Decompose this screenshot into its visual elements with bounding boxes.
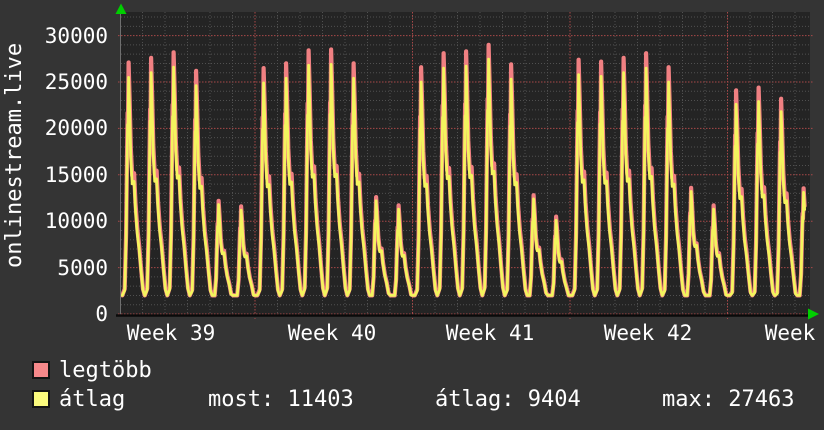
legend-swatch-legtobb <box>32 361 50 379</box>
y-axis-tick-label: 0 <box>95 302 108 326</box>
x-axis-week-label: Week 40 <box>287 321 377 345</box>
legend-label-legtobb: legtöbb <box>59 358 152 383</box>
y-axis-tick-label: 15000 <box>44 162 108 187</box>
legend-swatch-atlag <box>32 390 50 408</box>
stat-most: most: 11403 <box>208 387 354 412</box>
y-axis-tick-label: 5000 <box>57 255 108 280</box>
legend-label-atlag: átlag <box>59 387 126 412</box>
y-axis-tick-label: 20000 <box>44 116 108 141</box>
x-axis-week-label: Week 42 <box>603 321 693 345</box>
stat-max: max: 27463 <box>662 387 795 412</box>
x-axis-week-label: Week 41 <box>445 321 535 345</box>
graph-window: onlinestream.live 30000 25000 20000 15000 10… <box>0 0 824 430</box>
y-axis-tick-label: 10000 <box>44 209 108 234</box>
y-axis-tick-label: 25000 <box>44 70 108 94</box>
x-axis-arrow-icon <box>808 308 819 320</box>
y-axis-arrow-icon <box>115 3 127 14</box>
x-axis-week-label: Week <box>764 321 816 345</box>
y-axis-tick-label: 30000 <box>44 23 108 48</box>
stat-atlag: átlag: 9404 <box>435 387 581 412</box>
x-axis-week-label: Week 39 <box>126 321 216 345</box>
